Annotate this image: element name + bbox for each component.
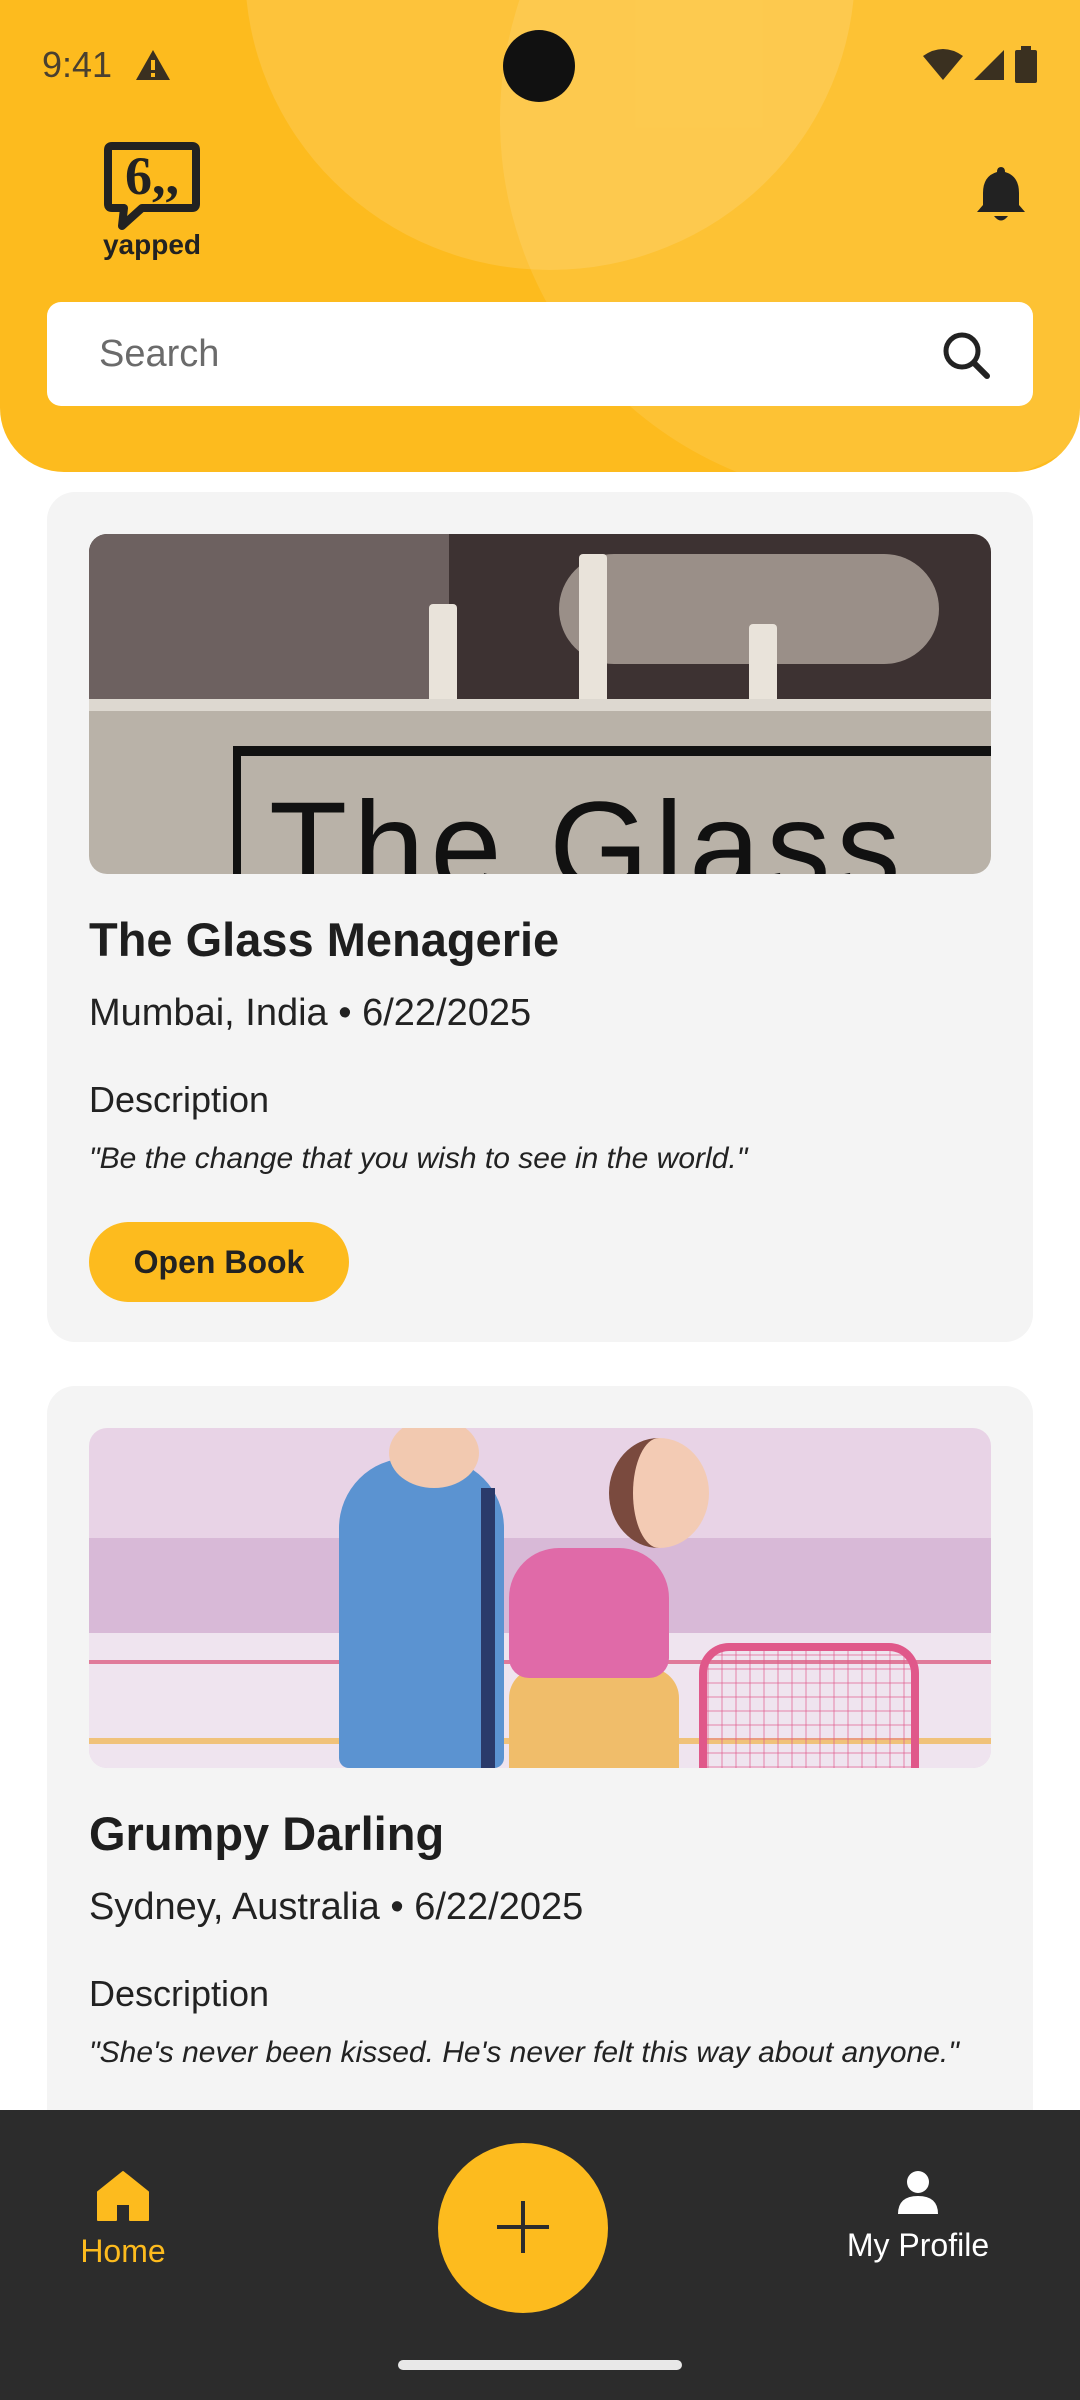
plus-icon <box>495 2199 551 2258</box>
book-cover-image[interactable] <box>89 1428 991 1768</box>
open-book-button[interactable]: Open Book <box>89 1222 349 1302</box>
cellular-icon <box>972 48 1006 87</box>
search-icon[interactable] <box>941 330 991 380</box>
app-header: 9:41 6,, yapped <box>0 0 1080 472</box>
svg-text:6,,: 6,, <box>125 146 179 206</box>
book-quote: "She's never been kissed. He's never fel… <box>89 2036 959 2069</box>
camera-cutout <box>503 30 575 102</box>
search-bar[interactable] <box>47 302 1033 406</box>
nav-home[interactable]: Home <box>58 2170 188 2290</box>
battery-icon <box>1014 46 1038 89</box>
search-input[interactable] <box>47 302 1033 406</box>
wifi-icon <box>922 48 964 87</box>
nav-profile-label: My Profile <box>846 2227 990 2263</box>
bell-icon[interactable] <box>975 165 1027 225</box>
book-location-date: Sydney, Australia • 6/22/2025 <box>89 1886 584 1928</box>
cover-text: The Glass <box>269 776 907 874</box>
book-title: The Glass Menagerie <box>89 913 560 966</box>
nav-home-label: Home <box>80 2233 166 2269</box>
yapped-logo: 6,, yapped <box>98 142 208 262</box>
book-card: Grumpy Darling Sydney, Australia • 6/22/… <box>47 1386 1033 2146</box>
person-icon <box>896 2171 940 2220</box>
nav-my-profile[interactable]: My Profile <box>828 2170 1008 2290</box>
book-card: The Glass The Glass Menagerie Mumbai, In… <box>47 492 1033 1342</box>
book-cover-image[interactable]: The Glass <box>89 534 991 874</box>
add-book-button[interactable] <box>438 2143 608 2313</box>
book-quote: "Be the change that you wish to see in t… <box>89 1142 748 1175</box>
bottom-navigation: Home My Profile <box>0 2110 1080 2400</box>
description-label: Description <box>89 1079 270 1120</box>
status-bar: 9:41 <box>0 0 1080 130</box>
book-title: Grumpy Darling <box>89 1807 445 1860</box>
home-icon <box>96 2171 150 2226</box>
logo-wordmark: yapped <box>103 229 201 260</box>
status-time: 9:41 <box>42 44 113 85</box>
book-location-date: Mumbai, India • 6/22/2025 <box>89 992 532 1034</box>
warning-icon <box>134 48 172 87</box>
description-label: Description <box>89 1973 270 2014</box>
home-indicator[interactable] <box>398 2360 682 2370</box>
